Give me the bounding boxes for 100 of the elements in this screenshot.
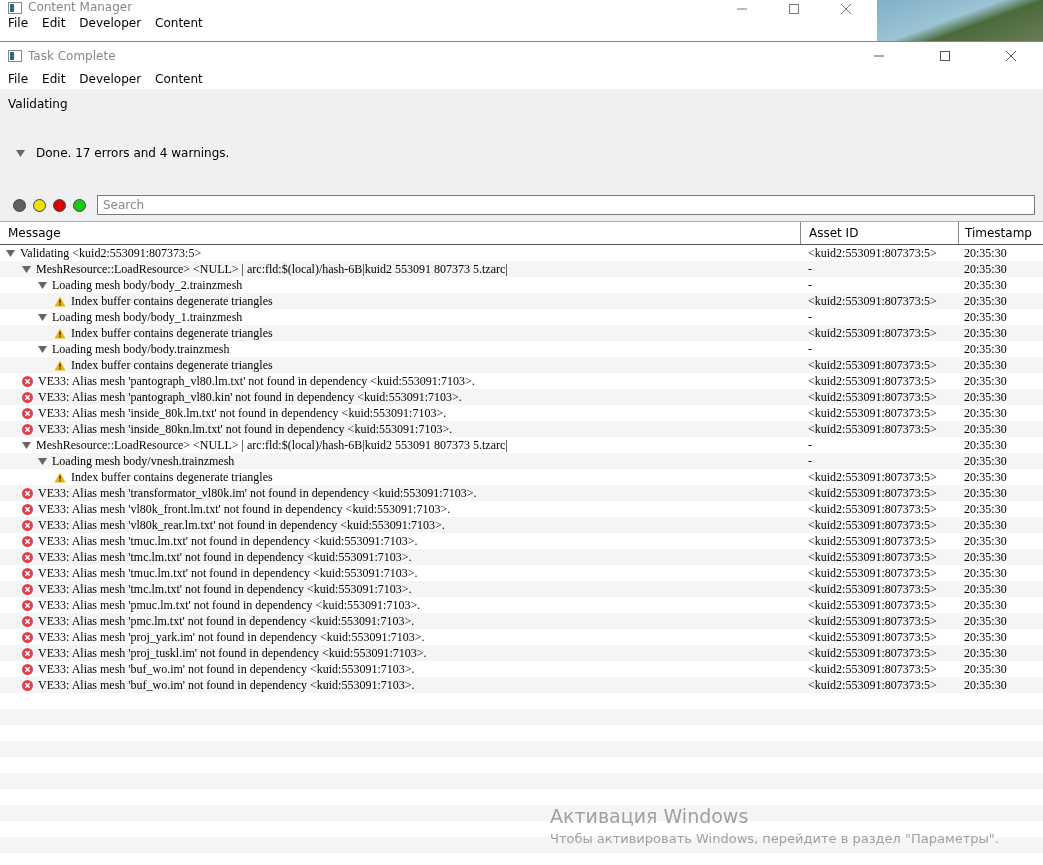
asset-id-text: <kuid2:553091:807373:5> [808, 326, 937, 340]
message-text: VE33: Alias mesh 'pmc.lm.txt' not found in dependency <kuid:553091:7103>. [38, 613, 415, 629]
message-text: VE33: Alias mesh 'inside_80kn.lm.txt' not found in dependency <kuid:553091:7103>. [38, 421, 453, 437]
filter-dot[interactable] [33, 198, 46, 212]
message-text: VE33: Alias mesh 'tmuc.lm.txt' not found in dependency <kuid:553091:7103>. [38, 533, 418, 549]
asset-id-text: <kuid2:553091:807373:5> [808, 614, 937, 628]
timestamp-text: 20:35:30 [964, 678, 1007, 692]
filter-dot[interactable] [13, 198, 26, 212]
timestamp-text: 20:35:30 [964, 438, 1007, 452]
asset-id-text: <kuid2:553091:807373:5> [808, 406, 937, 420]
message-text: Index buffer contains degenerate triangles [71, 357, 273, 373]
window-title: Content Manager [28, 0, 133, 14]
warning-icon [54, 471, 66, 483]
asset-id-text: - [808, 262, 812, 276]
asset-id-text: <kuid2:553091:807373:5> [808, 534, 937, 548]
expand-triangle-icon[interactable] [38, 280, 47, 290]
timestamp-text: 20:35:30 [964, 550, 1007, 564]
timestamp-text: 20:35:30 [964, 534, 1007, 548]
timestamp-text: 20:35:30 [964, 630, 1007, 644]
asset-id-text: <kuid2:553091:807373:5> [808, 582, 937, 596]
timestamp-text: 20:35:30 [964, 278, 1007, 292]
app-icon [8, 50, 22, 62]
expand-triangle-icon[interactable] [38, 456, 47, 466]
asset-id-text: <kuid2:553091:807373:5> [808, 550, 937, 564]
maximize-icon[interactable] [939, 50, 951, 62]
close-icon[interactable] [840, 4, 852, 14]
timestamp-text: 20:35:30 [964, 614, 1007, 628]
summary-text: Done. 17 errors and 4 warnings. [36, 146, 230, 160]
timestamp-text: 20:35:30 [964, 406, 1007, 420]
search-field[interactable]: Search [97, 195, 1035, 215]
message-text: VE33: Alias mesh 'proj_tuskl.im' not found in dependency <kuid:553091:7103>. [38, 645, 427, 661]
timestamp-text: 20:35:30 [964, 294, 1007, 308]
column-header[interactable]: Asset ID [800, 222, 958, 244]
asset-id-text: - [808, 310, 812, 324]
filter-dot[interactable] [53, 198, 66, 212]
menu-item[interactable]: Content [155, 72, 203, 86]
message-text: VE33: Alias mesh 'pantograph_vl80.lm.txt' not found in dependency <kuid:553091:7103>. [38, 373, 475, 389]
message-text: VE33: Alias mesh 'vl80k_rear.lm.txt' not found in dependency <kuid:553091:7103>. [38, 517, 445, 533]
message-text: Index buffer contains degenerate triangles [71, 325, 273, 341]
message-text: MeshResource::LoadResource> <NULL> | arc:fld:$(local)/hash-6B|kuid2 553091 807373 5.tzarc| [36, 261, 508, 277]
expand-triangle-icon[interactable] [16, 148, 25, 158]
expand-triangle-icon[interactable] [38, 312, 47, 322]
timestamp-text: 20:35:30 [964, 646, 1007, 660]
message-text: Loading mesh body/body.trainzmesh [52, 341, 230, 357]
message-text: Loading mesh body/vnesh.trainzmesh [52, 453, 235, 469]
message-text: VE33: Alias mesh 'transformator_vl80k.im' not found in dependency <kuid:553091:7103>. [38, 485, 477, 501]
asset-id-text: - [808, 454, 812, 468]
timestamp-text: 20:35:30 [964, 390, 1007, 404]
message-text: VE33: Alias mesh 'pantograph_vl80.kin' not found in dependency <kuid:553091:7103>. [38, 389, 462, 405]
menu-item[interactable]: File [8, 16, 29, 30]
menu-item[interactable]: Edit [42, 72, 66, 86]
message-text: VE33: Alias mesh 'inside_80k.lm.txt' not found in dependency <kuid:553091:7103>. [38, 405, 447, 421]
timestamp-text: 20:35:30 [964, 326, 1007, 340]
timestamp-text: 20:35:30 [964, 454, 1007, 468]
activation-text: Чтобы активировать Windows, перейдите в раздел "Параметры". [550, 831, 999, 846]
timestamp-text: 20:35:30 [964, 518, 1007, 532]
asset-id-text: <kuid2:553091:807373:5> [808, 358, 937, 372]
timestamp-text: 20:35:30 [964, 598, 1007, 612]
asset-id-text: <kuid2:553091:807373:5> [808, 566, 937, 580]
message-text: Index buffer contains degenerate triangles [71, 293, 273, 309]
asset-id-text: <kuid2:553091:807373:5> [808, 678, 937, 692]
message-text: VE33: Alias mesh 'buf_wo.im' not found in dependency <kuid:553091:7103>. [38, 677, 415, 693]
asset-id-text: <kuid2:553091:807373:5> [808, 502, 937, 516]
asset-id-text: - [808, 438, 812, 452]
column-header[interactable]: Message [0, 222, 800, 244]
timestamp-text: 20:35:30 [964, 246, 1007, 260]
expand-triangle-icon[interactable] [22, 440, 31, 450]
timestamp-text: 20:35:30 [964, 470, 1007, 484]
message-text: Loading mesh body/body_2.trainzmesh [52, 277, 243, 293]
expand-triangle-icon[interactable] [22, 264, 31, 274]
expand-triangle-icon[interactable] [6, 248, 15, 258]
warning-icon [54, 327, 66, 339]
timestamp-text: 20:35:30 [964, 502, 1007, 516]
filter-dot[interactable] [73, 198, 86, 212]
menu-item[interactable]: Developer [79, 72, 142, 86]
asset-id-text: <kuid2:553091:807373:5> [808, 246, 937, 260]
menu-item[interactable]: Developer [79, 16, 142, 30]
message-text: MeshResource::LoadResource> <NULL> | arc:fld:$(local)/hash-6B|kuid2 553091 807373 5.tzarc| [36, 437, 508, 453]
activation-title: Активация Windows [550, 805, 750, 827]
timestamp-text: 20:35:30 [964, 342, 1007, 356]
asset-id-text: <kuid2:553091:807373:5> [808, 470, 937, 484]
asset-id-text: <kuid2:553091:807373:5> [808, 422, 937, 436]
message-text: VE33: Alias mesh 'buf_wo.im' not found in dependency <kuid:553091:7103>. [38, 661, 415, 677]
menu-item[interactable]: File [8, 72, 29, 86]
maximize-icon[interactable] [788, 4, 800, 14]
asset-id-text: <kuid2:553091:807373:5> [808, 374, 937, 388]
menu-item[interactable]: Edit [42, 16, 66, 30]
expand-triangle-icon[interactable] [38, 344, 47, 354]
warning-icon [54, 295, 66, 307]
timestamp-text: 20:35:30 [964, 486, 1007, 500]
close-icon[interactable] [1005, 50, 1017, 62]
asset-id-text: <kuid2:553091:807373:5> [808, 598, 937, 612]
asset-id-text: <kuid2:553091:807373:5> [808, 486, 937, 500]
message-text: Validating <kuid2:553091:807373:5> [20, 245, 202, 261]
column-header[interactable]: Timestamp [958, 222, 1043, 244]
message-text: VE33: Alias mesh 'pmuc.lm.txt' not found in dependency <kuid:553091:7103>. [38, 597, 421, 613]
window-title: Task Complete [28, 49, 116, 63]
message-text: VE33: Alias mesh 'vl80k_front.lm.txt' not found in dependency <kuid:553091:7103>. [38, 501, 451, 517]
menu-item[interactable]: Content [155, 16, 203, 30]
asset-id-text: <kuid2:553091:807373:5> [808, 646, 937, 660]
